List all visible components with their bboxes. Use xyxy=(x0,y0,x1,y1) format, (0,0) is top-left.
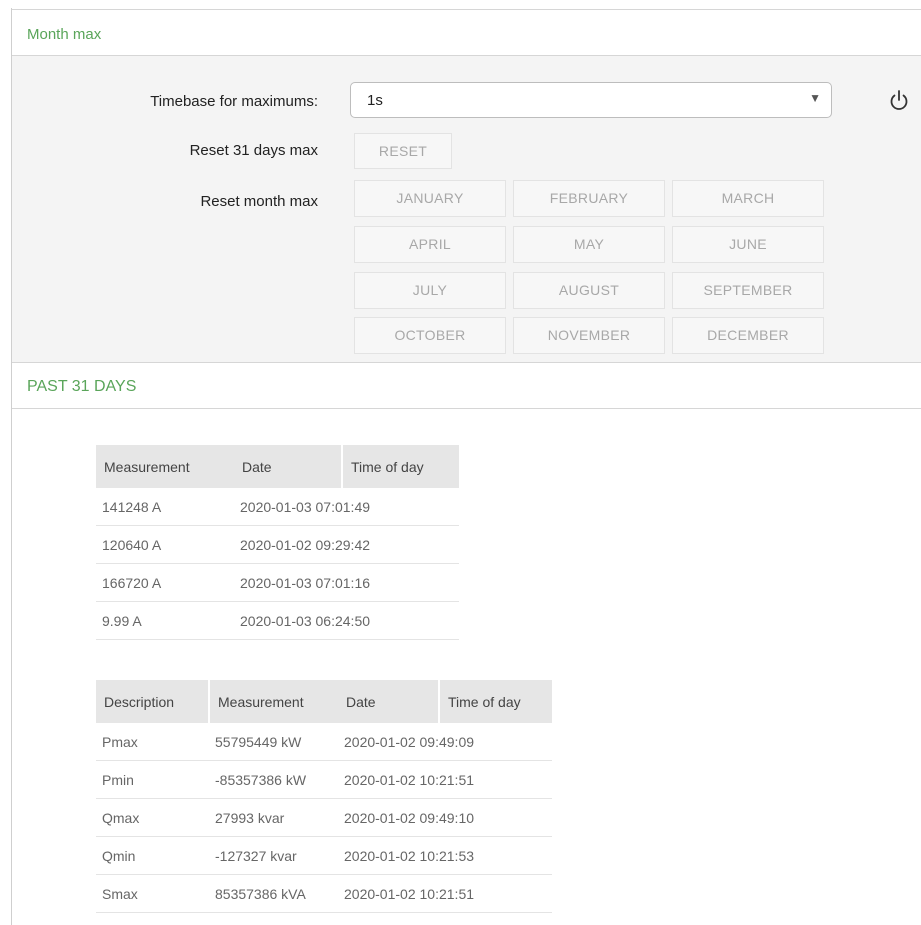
date-cell: 2020-01-02 xyxy=(344,733,416,750)
datetime-cell: 2020-01-03 06:24:50 xyxy=(234,601,459,640)
date-cell: 2020-01-02 xyxy=(344,885,416,902)
column-header: Date xyxy=(234,445,342,488)
past-31-days-header: PAST 31 DAYS xyxy=(12,363,921,409)
column-header: Date xyxy=(338,680,439,723)
datetime-cell: 2020-01-03 07:01:16 xyxy=(234,563,459,602)
time-cell: 10:21:51 xyxy=(419,885,475,902)
timebase-value: 1s xyxy=(367,92,383,109)
measurement-cell: -85357386 kW xyxy=(209,760,338,799)
description-cell: Pmin xyxy=(96,760,209,799)
time-cell: 09:49:09 xyxy=(419,733,475,750)
datetime-cell: 2020-01-02 10:21:51 xyxy=(338,760,552,799)
datetime-cell: 2020-01-02 09:49:10 xyxy=(338,798,552,837)
month-button-june[interactable]: JUNE xyxy=(672,226,824,263)
month-button-january[interactable]: JANUARY xyxy=(354,180,506,217)
table-header-row: Description Measurement Date Time of day xyxy=(96,680,552,723)
time-cell: 09:29:42 xyxy=(315,536,371,553)
timebase-select[interactable]: 1s ▼ xyxy=(350,82,832,118)
table-row: Pmax 55795449 kW 2020-01-02 09:49:09 xyxy=(96,723,552,761)
table-row: Pmin -85357386 kW 2020-01-02 10:21:51 xyxy=(96,760,552,799)
column-header: Description xyxy=(96,680,209,723)
description-cell: Pmax xyxy=(96,723,209,761)
column-header: Time of day xyxy=(438,680,552,723)
reset-31-days-label: Reset 31 days max xyxy=(189,142,318,159)
power-max-table: Description Measurement Date Time of day… xyxy=(96,680,552,913)
table-header-row: Measurement Date Time of day xyxy=(96,445,459,488)
measurement-cell: 27993 kvar xyxy=(209,798,338,837)
timebase-label: Timebase for maximums: xyxy=(150,93,318,110)
date-cell: 2020-01-02 xyxy=(344,809,416,826)
measurement-cell: 9.99 A xyxy=(96,601,234,640)
measurement-cell: 55795449 kW xyxy=(209,723,338,761)
table-row: Smax 85357386 kVA 2020-01-02 10:21:51 xyxy=(96,874,552,913)
time-cell: 10:21:53 xyxy=(419,847,475,864)
description-cell: Smax xyxy=(96,874,209,913)
date-cell: 2020-01-02 xyxy=(344,771,416,788)
column-header: Time of day xyxy=(341,445,459,488)
time-cell: 06:24:50 xyxy=(315,612,371,629)
date-cell: 2020-01-03 xyxy=(240,574,312,591)
past-31-days-title: PAST 31 DAYS xyxy=(27,378,137,395)
dropdown-arrow-icon: ▼ xyxy=(809,91,821,105)
month-button-may[interactable]: MAY xyxy=(513,226,665,263)
table-row: 120640 A 2020-01-02 09:29:42 xyxy=(96,525,459,564)
datetime-cell: 2020-01-02 09:49:09 xyxy=(338,723,552,761)
current-max-table: Measurement Date Time of day 141248 A 20… xyxy=(96,445,459,640)
date-cell: 2020-01-03 xyxy=(240,498,312,515)
measurement-cell: -127327 kvar xyxy=(209,836,338,875)
date-cell: 2020-01-02 xyxy=(344,847,416,864)
description-cell: Qmax xyxy=(96,798,209,837)
table-row: 166720 A 2020-01-03 07:01:16 xyxy=(96,563,459,602)
month-max-title: Month max xyxy=(27,26,102,43)
table-row: 9.99 A 2020-01-03 06:24:50 xyxy=(96,601,459,640)
date-cell: 2020-01-02 xyxy=(240,536,312,553)
datetime-cell: 2020-01-02 10:21:53 xyxy=(338,836,552,875)
description-cell: Qmin xyxy=(96,836,209,875)
power-icon[interactable] xyxy=(886,88,912,114)
month-button-september[interactable]: SEPTEMBER xyxy=(672,272,824,309)
month-button-february[interactable]: FEBRUARY xyxy=(513,180,665,217)
month-button-april[interactable]: APRIL xyxy=(354,226,506,263)
time-cell: 09:49:10 xyxy=(419,809,475,826)
table-row: Qmax 27993 kvar 2020-01-02 09:49:10 xyxy=(96,798,552,837)
datetime-cell: 2020-01-03 07:01:49 xyxy=(234,488,459,526)
month-button-july[interactable]: JULY xyxy=(354,272,506,309)
column-header: Measurement xyxy=(208,680,338,723)
month-button-december[interactable]: DECEMBER xyxy=(672,317,824,354)
month-max-header: Month max xyxy=(12,9,921,56)
measurement-cell: 166720 A xyxy=(96,563,234,602)
table-row: Qmin -127327 kvar 2020-01-02 10:21:53 xyxy=(96,836,552,875)
datetime-cell: 2020-01-02 10:21:51 xyxy=(338,874,552,913)
month-button-october[interactable]: OCTOBER xyxy=(354,317,506,354)
table-row: 141248 A 2020-01-03 07:01:49 xyxy=(96,488,459,526)
reset-month-label: Reset month max xyxy=(200,193,318,210)
time-cell: 10:21:51 xyxy=(419,771,475,788)
month-button-august[interactable]: AUGUST xyxy=(513,272,665,309)
measurement-cell: 120640 A xyxy=(96,525,234,564)
time-cell: 07:01:49 xyxy=(315,498,371,515)
reset-31-days-button[interactable]: RESET xyxy=(354,133,452,169)
date-cell: 2020-01-03 xyxy=(240,612,312,629)
month-button-november[interactable]: NOVEMBER xyxy=(513,317,665,354)
month-button-march[interactable]: MARCH xyxy=(672,180,824,217)
datetime-cell: 2020-01-02 09:29:42 xyxy=(234,525,459,564)
column-header: Measurement xyxy=(96,445,234,488)
measurement-cell: 141248 A xyxy=(96,488,234,526)
time-cell: 07:01:16 xyxy=(315,574,371,591)
measurement-cell: 85357386 kVA xyxy=(209,874,338,913)
